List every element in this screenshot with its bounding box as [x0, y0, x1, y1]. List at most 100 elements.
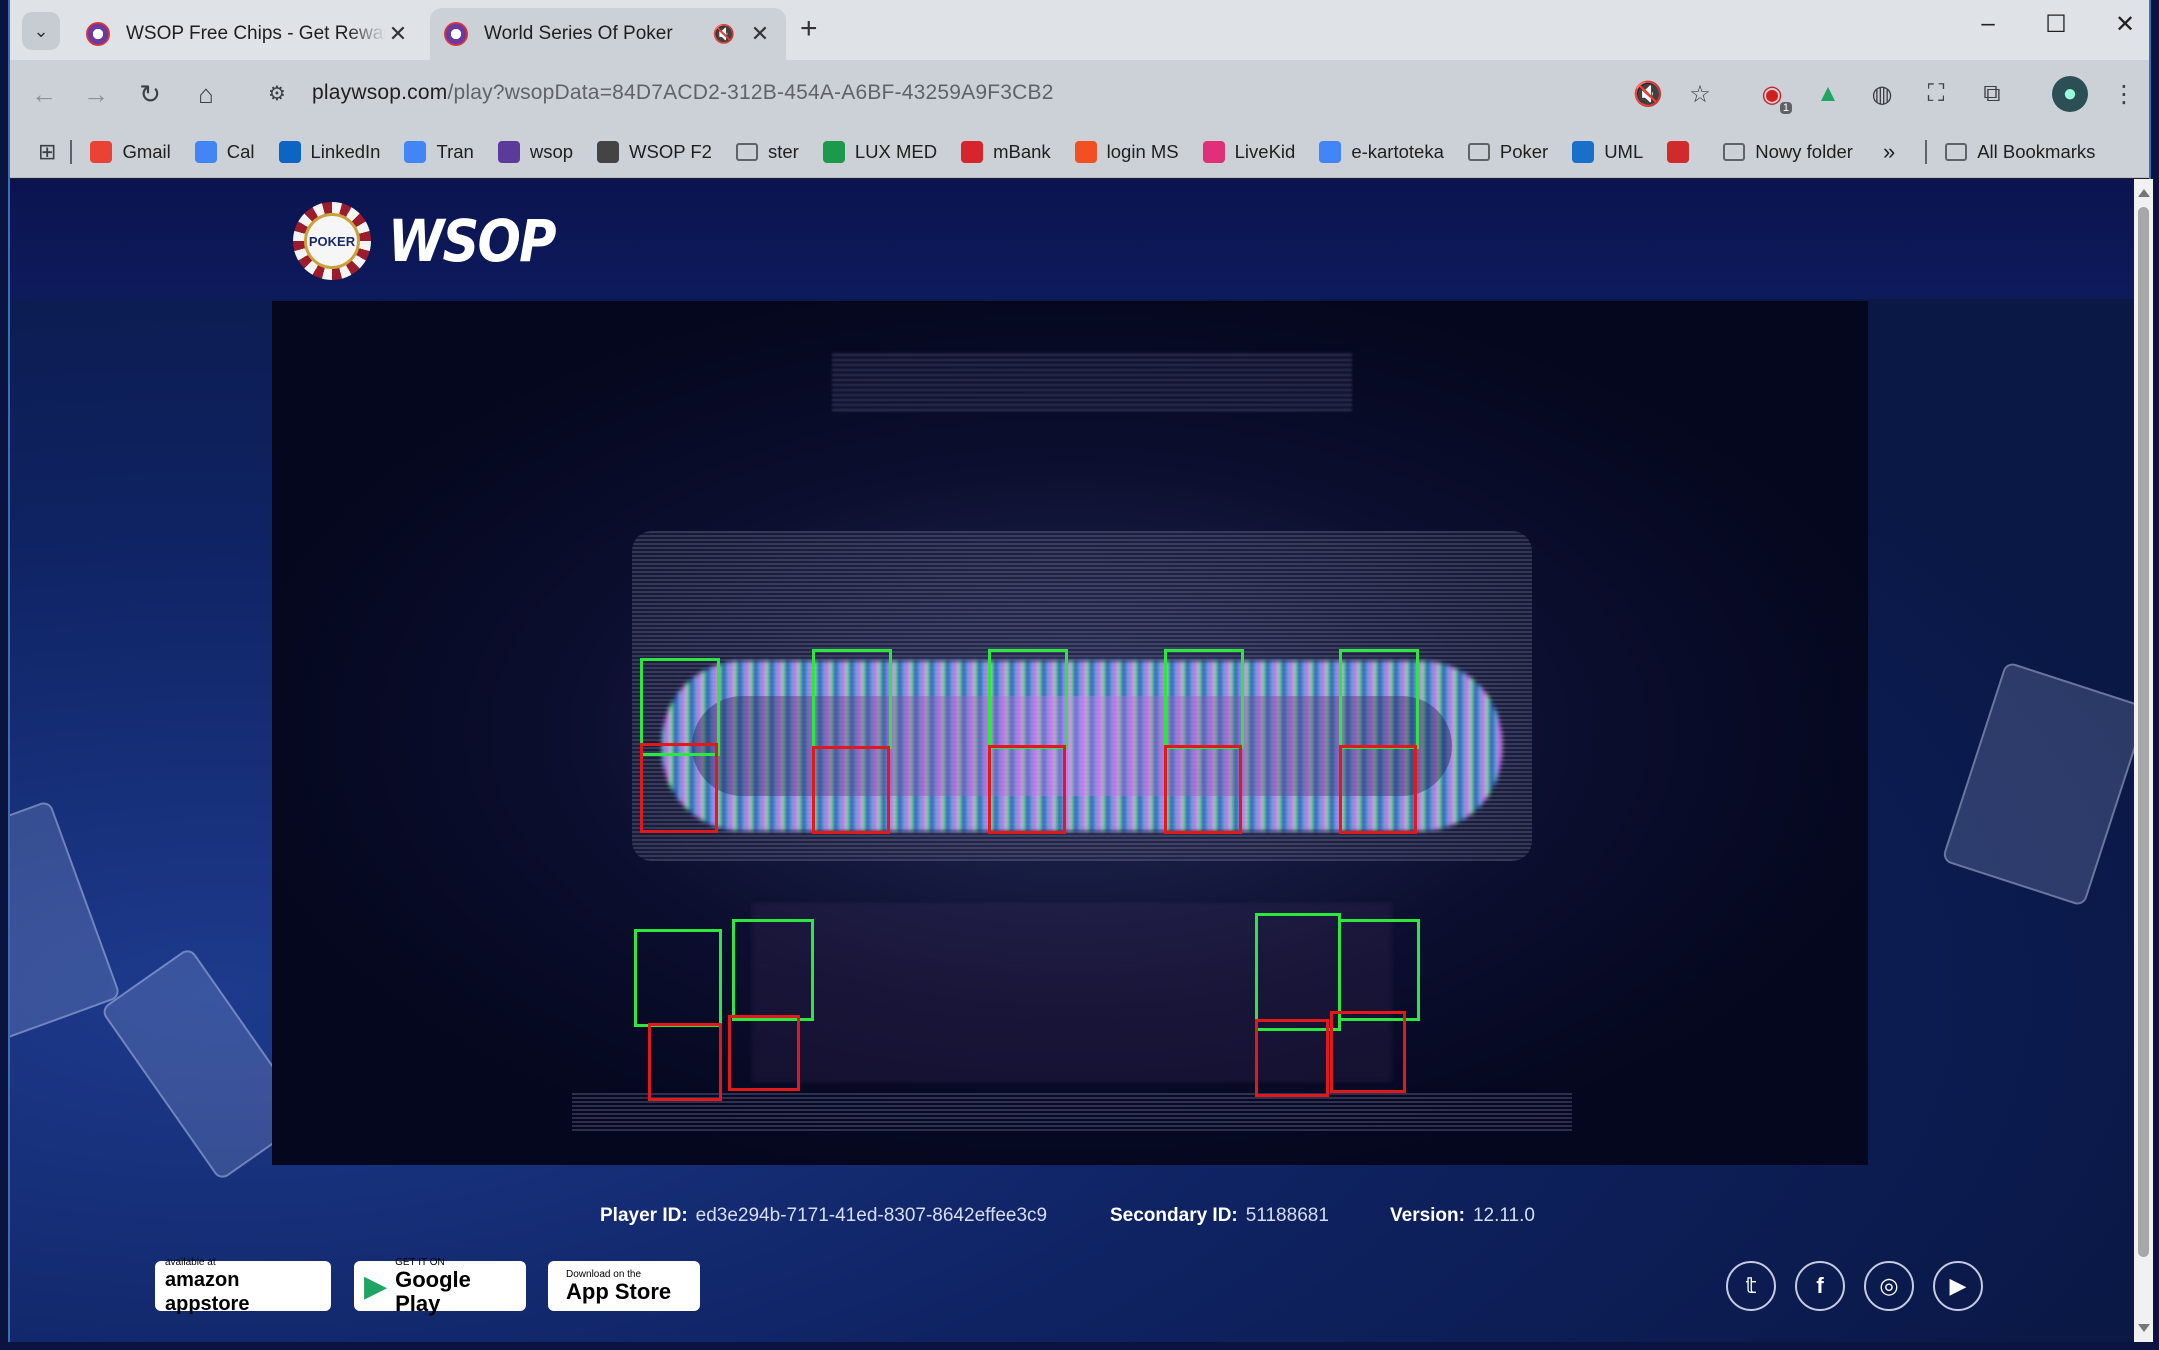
seat-box-green[interactable] [1338, 919, 1420, 1021]
page-scrollbar[interactable] [2134, 179, 2153, 1342]
wsop-logo-text[interactable]: WSOP [388, 207, 557, 275]
tab-search-button[interactable]: ⌄ [22, 12, 60, 50]
seat-box-red[interactable] [1164, 745, 1242, 834]
all-bookmarks-button[interactable]: All Bookmarks [1945, 141, 2095, 163]
forward-button[interactable]: → [76, 74, 116, 114]
page-content: POKER WSOP Player ID: ed3e294b-7171-41ed… [10, 179, 2134, 1342]
bookmark-item[interactable]: Nowy folder [1723, 141, 1853, 163]
bookmark-label: e-kartoteka [1351, 140, 1444, 162]
translate-icon [404, 140, 427, 163]
bookmark-item[interactable]: Poker [1467, 141, 1548, 163]
google-play-badge[interactable]: ▶ GET IT ON Google Play [354, 1257, 526, 1315]
bookmark-label: LUX MED [854, 140, 938, 162]
wsop-chip-logo-icon[interactable]: POKER [293, 202, 371, 280]
bookmarks-list: Gmail Cal LinkedIn Tran wsop WSOP F2 ster LUX M… [90, 140, 1877, 163]
bookmarks-bar: ⊞ Gmail Cal LinkedIn Tran wsop WSOP F2 ster LUX… [10, 126, 2149, 178]
amazon-appstore-badge[interactable]: available at amazon appstore [155, 1257, 331, 1315]
seat-box-green[interactable] [812, 649, 892, 749]
bookmark-item[interactable]: LiveKid [1202, 140, 1295, 163]
bookmark-label: Tran [436, 140, 474, 162]
maximize-button[interactable]: ☐ [2036, 10, 2076, 39]
scroll-up-arrow-icon[interactable] [2138, 189, 2150, 197]
seat-box-red[interactable] [728, 1015, 800, 1091]
close-window-button[interactable]: ✕ [2105, 10, 2145, 39]
wsop-icon [497, 140, 520, 163]
mute-site-icon[interactable]: 🔇 [1630, 76, 1666, 112]
bookmark-item[interactable]: wsop [497, 140, 573, 163]
seat-box-green[interactable] [988, 649, 1068, 749]
back-button[interactable]: ← [24, 74, 64, 114]
reload-button[interactable]: ↻ [130, 74, 170, 114]
scroll-down-arrow-icon[interactable] [2138, 1324, 2150, 1332]
home-button[interactable]: ⌂ [186, 74, 226, 114]
bookmark-item[interactable]: Cal [194, 140, 255, 163]
seat-box-red[interactable] [648, 1023, 722, 1101]
address-bar[interactable]: ⚙ playwsop.com/play?wsopData=84D7ACD2-31… [260, 70, 1550, 116]
bookmark-item[interactable]: LinkedIn [278, 140, 381, 163]
microsoft-icon [1074, 140, 1097, 163]
extension-badge: 1 [1779, 102, 1792, 114]
google-drive-icon[interactable]: ▲ [1810, 76, 1846, 112]
bookmark-item[interactable]: Gmail [90, 140, 171, 163]
extensions-puzzle-icon[interactable]: ⧉ [1974, 76, 2010, 112]
profile-avatar-icon[interactable]: ● [2052, 76, 2088, 112]
gear-icon [597, 140, 620, 163]
extension-opera-icon[interactable]: ◉ 1 [1754, 76, 1792, 114]
muted-speaker-icon[interactable]: 🔇 [712, 24, 736, 45]
facebook-icon[interactable]: f [1795, 1261, 1845, 1311]
browser-toolbar: ← → ↻ ⌂ ⚙ playwsop.com/play?wsopData=84D… [10, 60, 2149, 126]
bookmark-separator [70, 139, 73, 164]
bookmark-item[interactable]: LUX MED [822, 140, 938, 163]
close-tab-icon[interactable]: ✕ [386, 21, 410, 47]
browser-window: ⌄ WSOP Free Chips - Get Rewards ✕ World … [8, 0, 2153, 1342]
bookmark-label: LinkedIn [310, 140, 381, 162]
seat-box-green[interactable] [732, 919, 814, 1021]
screenshot-icon[interactable]: ⛶ [1918, 76, 1954, 112]
bookmark-item[interactable]: ster [735, 141, 799, 163]
canvas-glitch-band [572, 1091, 1572, 1131]
game-canvas[interactable] [272, 301, 1868, 1165]
logo-chip-text: POKER [304, 213, 360, 269]
secondary-id-info: Secondary ID: 51188681 [1110, 1205, 1329, 1226]
close-tab-icon[interactable]: ✕ [748, 21, 772, 47]
tab-wsop-free-chips[interactable]: WSOP Free Chips - Get Rewards ✕ [72, 8, 424, 60]
bookmark-item[interactable]: UML [1572, 140, 1643, 163]
bookmark-item[interactable] [1667, 140, 1699, 163]
seat-box-green[interactable] [1255, 913, 1341, 1031]
folder-icon [1945, 142, 1968, 161]
instagram-icon[interactable]: ◎ [1864, 1261, 1914, 1311]
more-bookmarks-chevron-icon[interactable]: » [1883, 139, 1895, 165]
bookmark-star-icon[interactable]: ☆ [1682, 76, 1718, 112]
new-tab-button[interactable]: + [800, 12, 818, 46]
wsop-favicon-icon [86, 22, 110, 46]
seat-box-red[interactable] [812, 746, 890, 834]
bookmark-label: mBank [993, 140, 1051, 162]
seat-box-red[interactable] [988, 745, 1066, 834]
bookmark-item[interactable]: e-kartoteka [1319, 140, 1444, 163]
bookmark-item[interactable]: WSOP F2 [597, 140, 712, 163]
seat-box-green[interactable] [1339, 649, 1419, 749]
bookmark-item[interactable]: Tran [404, 140, 474, 163]
seat-box-green[interactable] [1164, 649, 1244, 749]
bookmark-item[interactable]: mBank [961, 140, 1051, 163]
minimize-button[interactable]: – [1968, 10, 2008, 38]
seat-box-red[interactable] [640, 743, 718, 833]
menu-kebab-icon[interactable]: ⋮ [2106, 76, 2142, 112]
tab-world-series-of-poker[interactable]: World Series Of Poker 🔇 ✕ [430, 8, 786, 60]
version-info: Version: 12.11.0 [1390, 1205, 1535, 1226]
seat-box-green[interactable] [634, 929, 722, 1027]
app-store-badge[interactable]: Download on the App Store [548, 1261, 700, 1311]
twitter-icon[interactable]: 𝕥 [1726, 1261, 1776, 1311]
seat-box-red[interactable] [1255, 1019, 1329, 1097]
apps-grid-icon[interactable]: ⊞ [38, 139, 56, 165]
seat-box-red[interactable] [1339, 745, 1417, 834]
player-id-info: Player ID: ed3e294b-7171-41ed-8307-8642ef… [600, 1205, 1048, 1226]
extension-circle-icon[interactable]: ◍ [1864, 76, 1900, 112]
seat-box-red[interactable] [1330, 1011, 1406, 1093]
seat-box-green[interactable] [640, 658, 720, 756]
bookmark-item[interactable]: login MS [1074, 140, 1179, 163]
youtube-icon[interactable]: ▶ [1933, 1261, 1983, 1311]
scrollbar-thumb[interactable] [2138, 207, 2149, 1257]
folder-icon [1723, 142, 1746, 161]
site-settings-icon[interactable]: ⚙ [260, 81, 294, 106]
